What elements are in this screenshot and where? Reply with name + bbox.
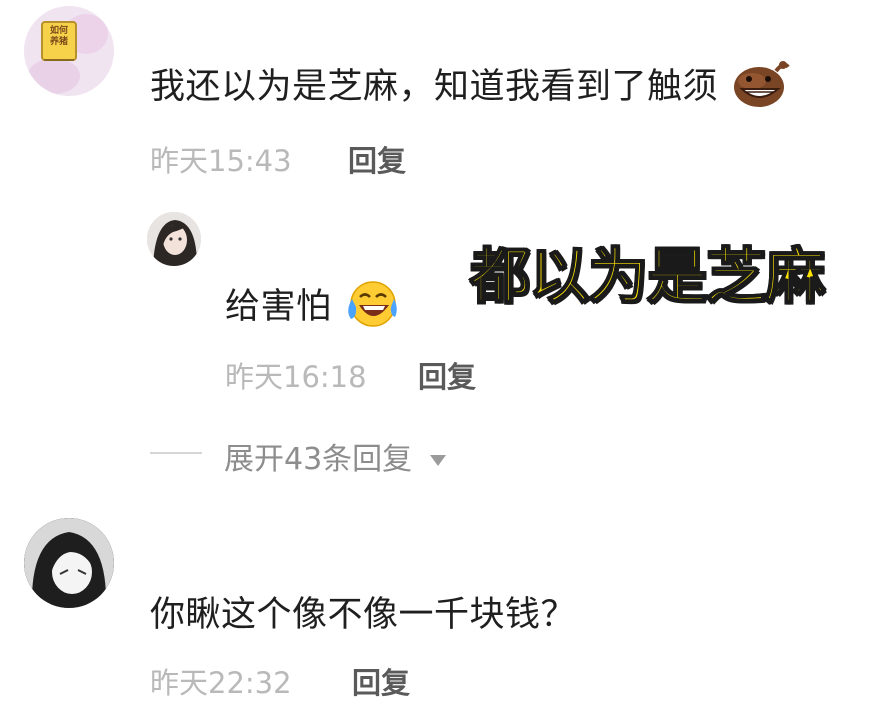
avatar-replier-1[interactable]: [147, 212, 201, 266]
avatar-commenter-2[interactable]: [24, 518, 114, 608]
expand-replies-button[interactable]: 展开43条回复: [224, 434, 446, 478]
reply-button[interactable]: 回复: [418, 354, 476, 396]
avatar-badge-text: 如何 养猪: [49, 26, 68, 47]
brown-face-emoji-icon: [732, 59, 790, 118]
comment-text: 你瞅这个像不像一千块钱？: [150, 595, 577, 635]
comment-timestamp: 昨天15:43: [150, 144, 292, 178]
caret-down-icon: [429, 455, 446, 466]
expand-replies-label: 展开43条回复: [224, 442, 413, 477]
reply-text: 给害怕: [225, 278, 399, 338]
reply-button[interactable]: 回复: [348, 138, 406, 180]
avatar-commenter-1[interactable]: 如何 养猪: [24, 6, 114, 96]
laughing-crying-emoji-icon: [343, 279, 399, 338]
overlay-caption: 都以为是芝麻: [469, 241, 826, 313]
expand-replies-divider: [150, 452, 202, 454]
avatar-image: [24, 6, 114, 96]
comment-body: 我还以为是芝麻，知道我看到了触须: [150, 67, 719, 107]
reply-body: 给害怕: [225, 287, 332, 327]
avatar-image: [24, 518, 114, 608]
comment-text: 我还以为是芝麻，知道我看到了触须: [150, 58, 790, 118]
reply-timestamp: 昨天16:18: [225, 360, 367, 394]
avatar-image: [147, 212, 201, 266]
reply-button[interactable]: 回复: [352, 660, 410, 702]
comment-timestamp: 昨天22:32: [150, 666, 292, 700]
